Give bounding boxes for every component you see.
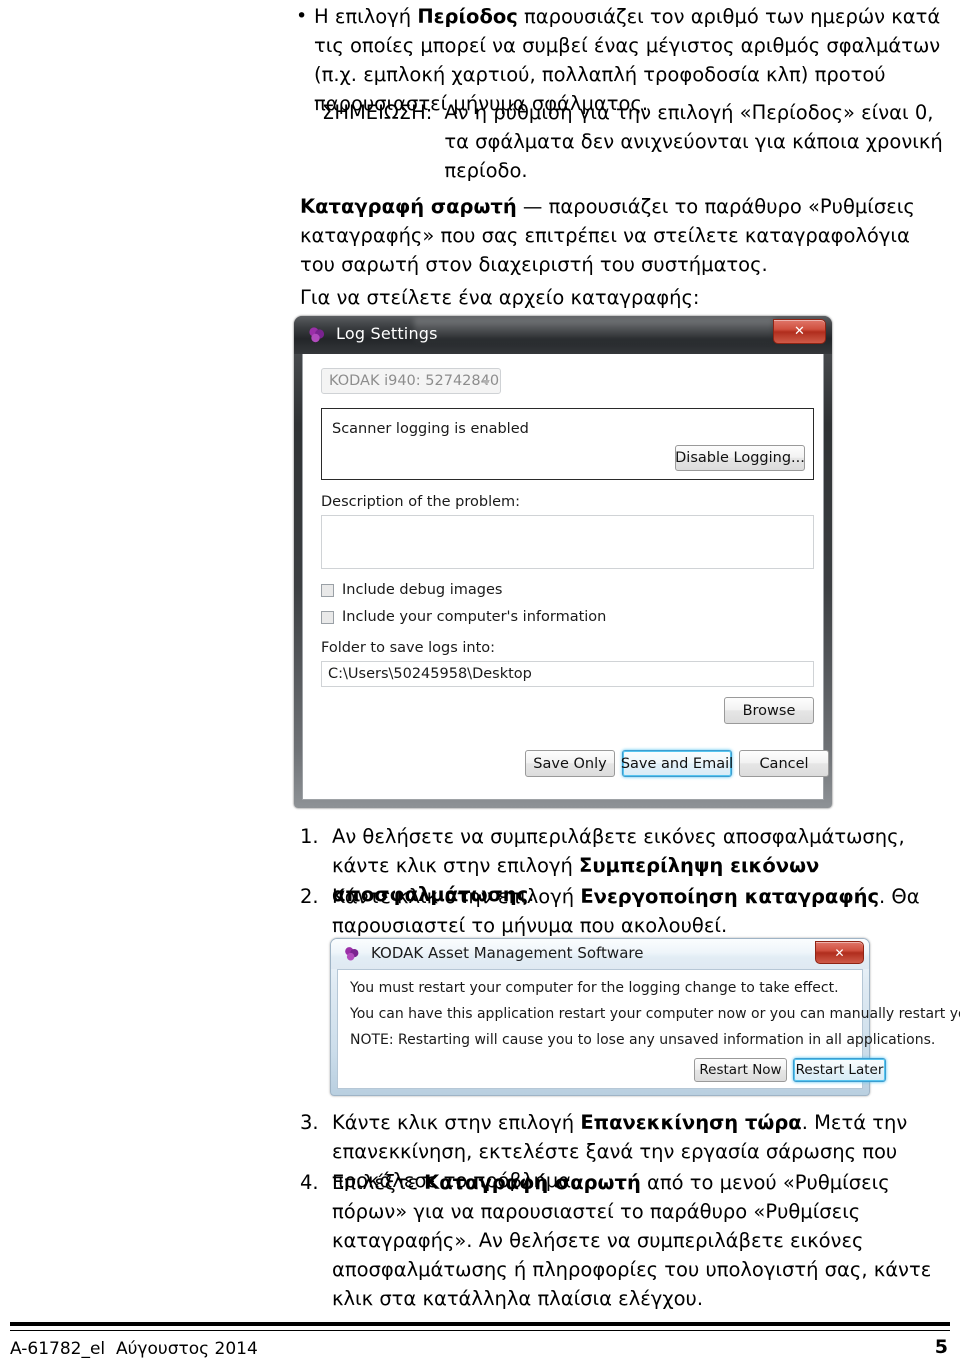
dialog-frame: KODAK Asset Management Software ✕ You mu… [330,938,960,1096]
dialog-client-area: You must restart your computer for the l… [337,969,960,1089]
footer-divider-thin [10,1330,950,1331]
kodak-app-icon [345,947,359,961]
device-select[interactable]: KODAK i940: 52742840 [321,368,501,394]
list-item-number: 1. [300,825,319,848]
folder-path-input[interactable]: C:\Users\50245958\Desktop [321,661,814,687]
logging-status-group: Scanner logging is enabled Disable Loggi… [321,408,814,480]
close-icon[interactable]: ✕ [773,319,826,344]
restart-required-dialog[interactable]: KODAK Asset Management Software ✕ You mu… [330,938,960,1096]
dialog-titlebar[interactable]: KODAK Asset Management Software ✕ [331,939,869,969]
chevron-down-icon [482,380,490,385]
save-only-button[interactable]: Save Only [525,750,615,777]
description-label: Description of the problem: [321,494,521,510]
folder-label: Folder to save logs into: [321,640,496,656]
bullet-marker-icon: • [296,5,308,27]
dialog-title: Log Settings [336,324,438,343]
footer-divider [10,1322,950,1326]
checkbox-icon[interactable] [321,583,334,597]
dialog-title: KODAK Asset Management Software [371,944,644,962]
description-textarea[interactable] [321,515,814,569]
titlebar-sheen [414,318,774,344]
list-item-number: 3. [300,1111,319,1134]
list-item-text: Επιλέξτε Καταγραφή σαρωτή από το μενού «… [332,1171,932,1310]
logging-status-text: Scanner logging is enabled [332,421,529,437]
dialog-client-area: KODAK i940: 52742840 Scanner logging is … [302,354,829,800]
message-line: NOTE: Restarting will cause you to lose … [350,1032,936,1048]
save-and-email-button[interactable]: Save and Email [621,750,733,777]
list-item-number: 2. [300,885,319,908]
message-line: You must restart your computer for the l… [350,980,839,996]
message-line: You can have this application restart yo… [350,1006,960,1022]
paragraph-send-log-intro: Για να στείλετε ένα αρχείο καταγραφής: [300,286,700,309]
checkbox-icon[interactable] [321,610,334,624]
document-page: • Η επιλογή Περίοδος παρουσιάζει τον αρι… [0,0,960,1364]
checkbox-label: Include debug images [342,582,503,598]
dialog-frame: Log Settings ✕ KODAK i940: 52742840 Scan… [294,316,832,808]
dialog-titlebar[interactable]: Log Settings ✕ [294,316,832,354]
list-item: 4. Επιλέξτε Καταγραφή σαρωτή από το μενο… [292,1168,954,1313]
include-debug-images-checkbox[interactable]: Include debug images [321,582,502,598]
folder-path-value: C:\Users\50245958\Desktop [328,666,532,682]
kodak-app-icon [309,327,325,343]
cancel-button[interactable]: Cancel [739,750,829,777]
footer-page-number: 5 [934,1336,948,1358]
note-block: ΣΗΜΕΙΩΣΗ: Αν η ρύθμιση για την επιλογή «… [322,98,952,185]
checkbox-label: Include your computer's information [342,609,607,625]
include-computer-info-checkbox[interactable]: Include your computer's information [321,609,606,625]
paragraph-scanner-log: Καταγραφή σαρωτή — παρουσιάζει το παράθυ… [300,195,915,276]
restart-later-button[interactable]: Restart Later [793,1058,886,1082]
note-label: ΣΗΜΕΙΩΣΗ: [322,101,433,124]
footer-document-id: A-61782_el Αύγουστος 2014 [10,1339,258,1359]
disable-logging-button[interactable]: Disable Logging... [675,445,805,471]
device-select-value: KODAK i940: 52742840 [329,373,500,389]
list-item: 2. Κάντε κλικ στην επιλογή Ενεργοποίηση … [292,882,954,940]
close-icon[interactable]: ✕ [815,941,864,964]
list-item-text: Κάντε κλικ στην επιλογή Ενεργοποίηση κατ… [332,885,920,937]
browse-button[interactable]: Browse [724,697,814,724]
log-settings-dialog[interactable]: Log Settings ✕ KODAK i940: 52742840 Scan… [294,316,832,808]
restart-now-button[interactable]: Restart Now [694,1058,787,1082]
list-item-number: 4. [300,1171,319,1194]
note-text: Αν η ρύθμιση για την επιλογή «Περίοδος» … [444,101,943,182]
